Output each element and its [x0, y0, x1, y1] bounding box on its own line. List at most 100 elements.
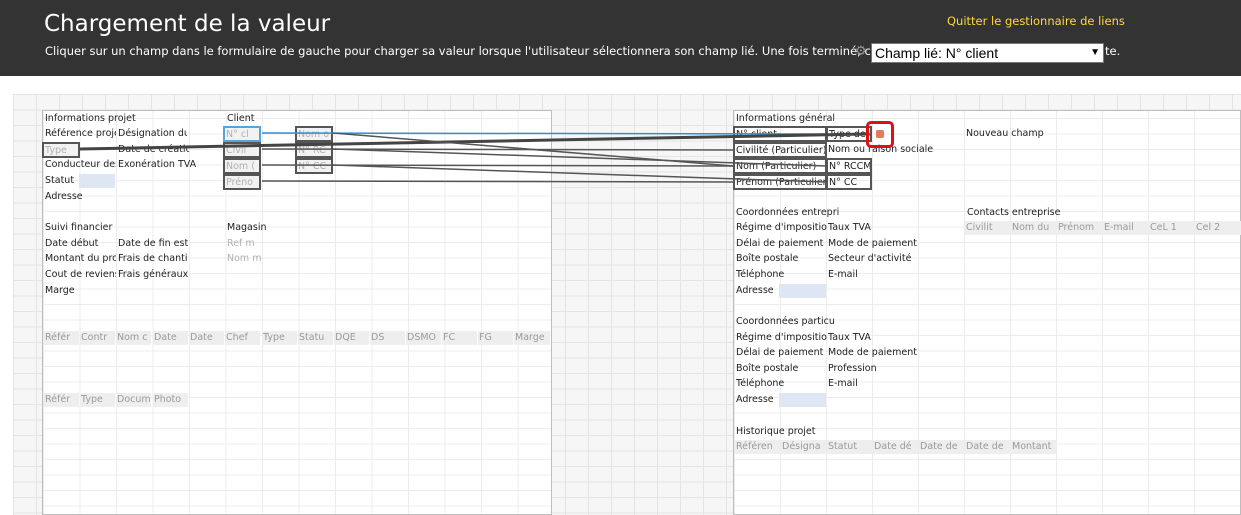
table-header[interactable]: Référ — [44, 393, 79, 407]
field-delai-entreprise[interactable]: Délai de paiement — [735, 237, 827, 251]
page-header: Chargement de la valeur Cliquer sur un c… — [0, 0, 1241, 76]
field-civilite-target[interactable]: Civilité (Particulier) — [733, 142, 827, 158]
table-header[interactable]: Type — [80, 393, 115, 407]
field-nouveau-champ[interactable]: Nouveau champ — [965, 127, 1060, 141]
field-regime-entreprise[interactable]: Régime d'imposition — [735, 221, 827, 235]
field-civilite[interactable]: Civil — [223, 142, 261, 158]
field-cc[interactable]: N° CC — [295, 158, 333, 174]
field-type[interactable]: Type — [42, 142, 80, 158]
field-email-particulier[interactable]: E-mail — [827, 377, 873, 391]
field-designation[interactable]: Désignation du — [117, 127, 187, 141]
table-header[interactable]: Date dé — [873, 440, 918, 454]
field-mode-entreprise[interactable]: Mode de paiement — [827, 237, 919, 251]
table-header[interactable]: Montant — [1011, 440, 1056, 454]
section-title-magasin: Magasin — [227, 222, 267, 233]
table-header[interactable]: Désigna — [781, 440, 826, 454]
table-header[interactable]: Nom c — [116, 331, 151, 345]
field-date-creation[interactable]: Date de créatio — [117, 143, 189, 157]
quit-link-manager-link[interactable]: Quitter le gestionnaire de liens — [947, 14, 1125, 28]
field-date-debut[interactable]: Date début — [44, 237, 116, 251]
field-mode-particulier[interactable]: Mode de paiement — [827, 346, 919, 360]
table-header[interactable]: Référ — [44, 331, 79, 345]
table-header[interactable]: Date de — [919, 440, 964, 454]
table-header[interactable]: DQE — [334, 331, 369, 345]
table-header[interactable]: Date — [189, 331, 224, 345]
section-title-contacts: Contacts entreprise — [967, 207, 1061, 218]
section-title-historique: Historique projet — [736, 426, 816, 437]
table-header[interactable]: Statut — [827, 440, 872, 454]
field-frais-chantier[interactable]: Frais de chanti — [117, 252, 189, 266]
link-target-icon[interactable] — [866, 121, 894, 148]
field-nom-magasin[interactable]: Nom m — [226, 252, 261, 266]
table-header[interactable]: Date de — [965, 440, 1010, 454]
field-nom-ou-raison[interactable]: Nom o — [295, 126, 333, 142]
linked-field-select[interactable]: Champ lié: N° client ▼ — [871, 43, 1104, 63]
instruction-text: Cliquer sur un champ dans le formulaire … — [45, 44, 964, 58]
field-profession[interactable]: Profession — [827, 362, 919, 376]
field-cc-target[interactable]: N° CC — [826, 174, 872, 190]
field-nom-particulier-target[interactable]: Nom (Particulier) — [733, 158, 827, 174]
field-montant[interactable]: Montant du pro — [44, 252, 116, 266]
field-rc[interactable]: N° RC — [295, 142, 333, 158]
field-cout-revient[interactable]: Cout de reviens — [44, 268, 116, 282]
field-email-entreprise[interactable]: E-mail — [827, 268, 873, 282]
field-exoneration-tva[interactable]: Exonération TVA — [117, 158, 207, 172]
field-reference-projet[interactable]: Référence projet — [44, 127, 116, 141]
section-title-projet: Informations projet — [45, 113, 136, 124]
page-title: Chargement de la valeur — [44, 11, 331, 37]
section-title-financier: Suivi financier — [45, 222, 113, 233]
field-secteur-activite[interactable]: Secteur d'activité — [827, 252, 919, 266]
field-statut-value[interactable] — [79, 174, 115, 188]
field-adresse[interactable]: Adresse — [44, 190, 104, 204]
table-header[interactable]: CeL 1 — [1149, 221, 1195, 235]
table-header[interactable]: E-mail — [1103, 221, 1149, 235]
table-header[interactable]: DS — [370, 331, 405, 345]
table-header[interactable]: FC — [442, 331, 477, 345]
table-header[interactable]: FG — [478, 331, 513, 345]
field-rccm[interactable]: N° RCCM — [826, 158, 872, 174]
field-adresse-entreprise-value[interactable] — [779, 284, 826, 298]
instruction-text-end: te. — [1105, 44, 1121, 58]
field-ref-magasin[interactable]: Ref m — [226, 237, 261, 251]
linked-field-value: Champ lié: N° client — [875, 45, 999, 61]
table-header[interactable]: Civilit — [965, 221, 1011, 235]
table-header[interactable]: Date — [153, 331, 188, 345]
table-header[interactable]: Chef — [225, 331, 260, 345]
field-telephone-entreprise[interactable]: Téléphone — [735, 268, 827, 282]
field-telephone-particulier[interactable]: Téléphone — [735, 377, 827, 391]
field-nom-particulier[interactable]: Nom ( — [223, 158, 261, 174]
table-header[interactable]: Photo — [153, 393, 188, 407]
field-prenom-particulier[interactable]: Prénom (Particulier) — [733, 174, 827, 190]
section-title-particulier: Coordonnées particu — [736, 316, 835, 327]
section-title-general: Informations général — [736, 113, 836, 124]
field-taux-tva-particulier[interactable]: Taux TVA — [827, 331, 887, 345]
table-header[interactable]: Contr — [80, 331, 115, 345]
table-header[interactable]: DSMO — [406, 331, 441, 345]
link-target-dot — [876, 130, 884, 138]
field-num-client-target[interactable]: N° client — [733, 126, 827, 142]
field-num-client[interactable]: N° cl — [223, 126, 261, 142]
table-header[interactable]: Référen — [735, 440, 780, 454]
section-title-entreprise: Coordonnées entrepri — [736, 207, 840, 218]
gear-icon: ⚙ — [855, 44, 867, 59]
table-header[interactable]: Prénom — [1057, 221, 1103, 235]
field-adresse-particulier-value[interactable] — [779, 393, 826, 407]
field-date-fin[interactable]: Date de fin est — [117, 237, 189, 251]
field-regime-particulier[interactable]: Régime d'imposition — [735, 331, 827, 345]
field-prenom[interactable]: Préno — [223, 174, 261, 190]
table-header[interactable]: Docum — [116, 393, 151, 407]
table-header[interactable]: Type — [262, 331, 297, 345]
field-marge[interactable]: Marge — [44, 284, 80, 298]
table-header[interactable]: Nom du — [1011, 221, 1057, 235]
field-boite-particulier[interactable]: Boîte postale — [735, 362, 827, 376]
field-delai-particulier[interactable]: Délai de paiement — [735, 346, 827, 360]
field-taux-tva-entreprise[interactable]: Taux TVA — [827, 221, 887, 235]
field-conducteur[interactable]: Conducteur des — [44, 158, 116, 172]
section-title-client: Client — [227, 113, 255, 124]
chevron-down-icon: ▼ — [1090, 47, 1100, 58]
table-header[interactable]: Statu — [298, 331, 333, 345]
field-frais-generaux[interactable]: Frais généraux — [117, 268, 189, 282]
field-boite-entreprise[interactable]: Boîte postale — [735, 252, 827, 266]
table-header[interactable]: Cel 2 — [1195, 221, 1241, 235]
table-header[interactable]: Marge — [514, 331, 550, 345]
